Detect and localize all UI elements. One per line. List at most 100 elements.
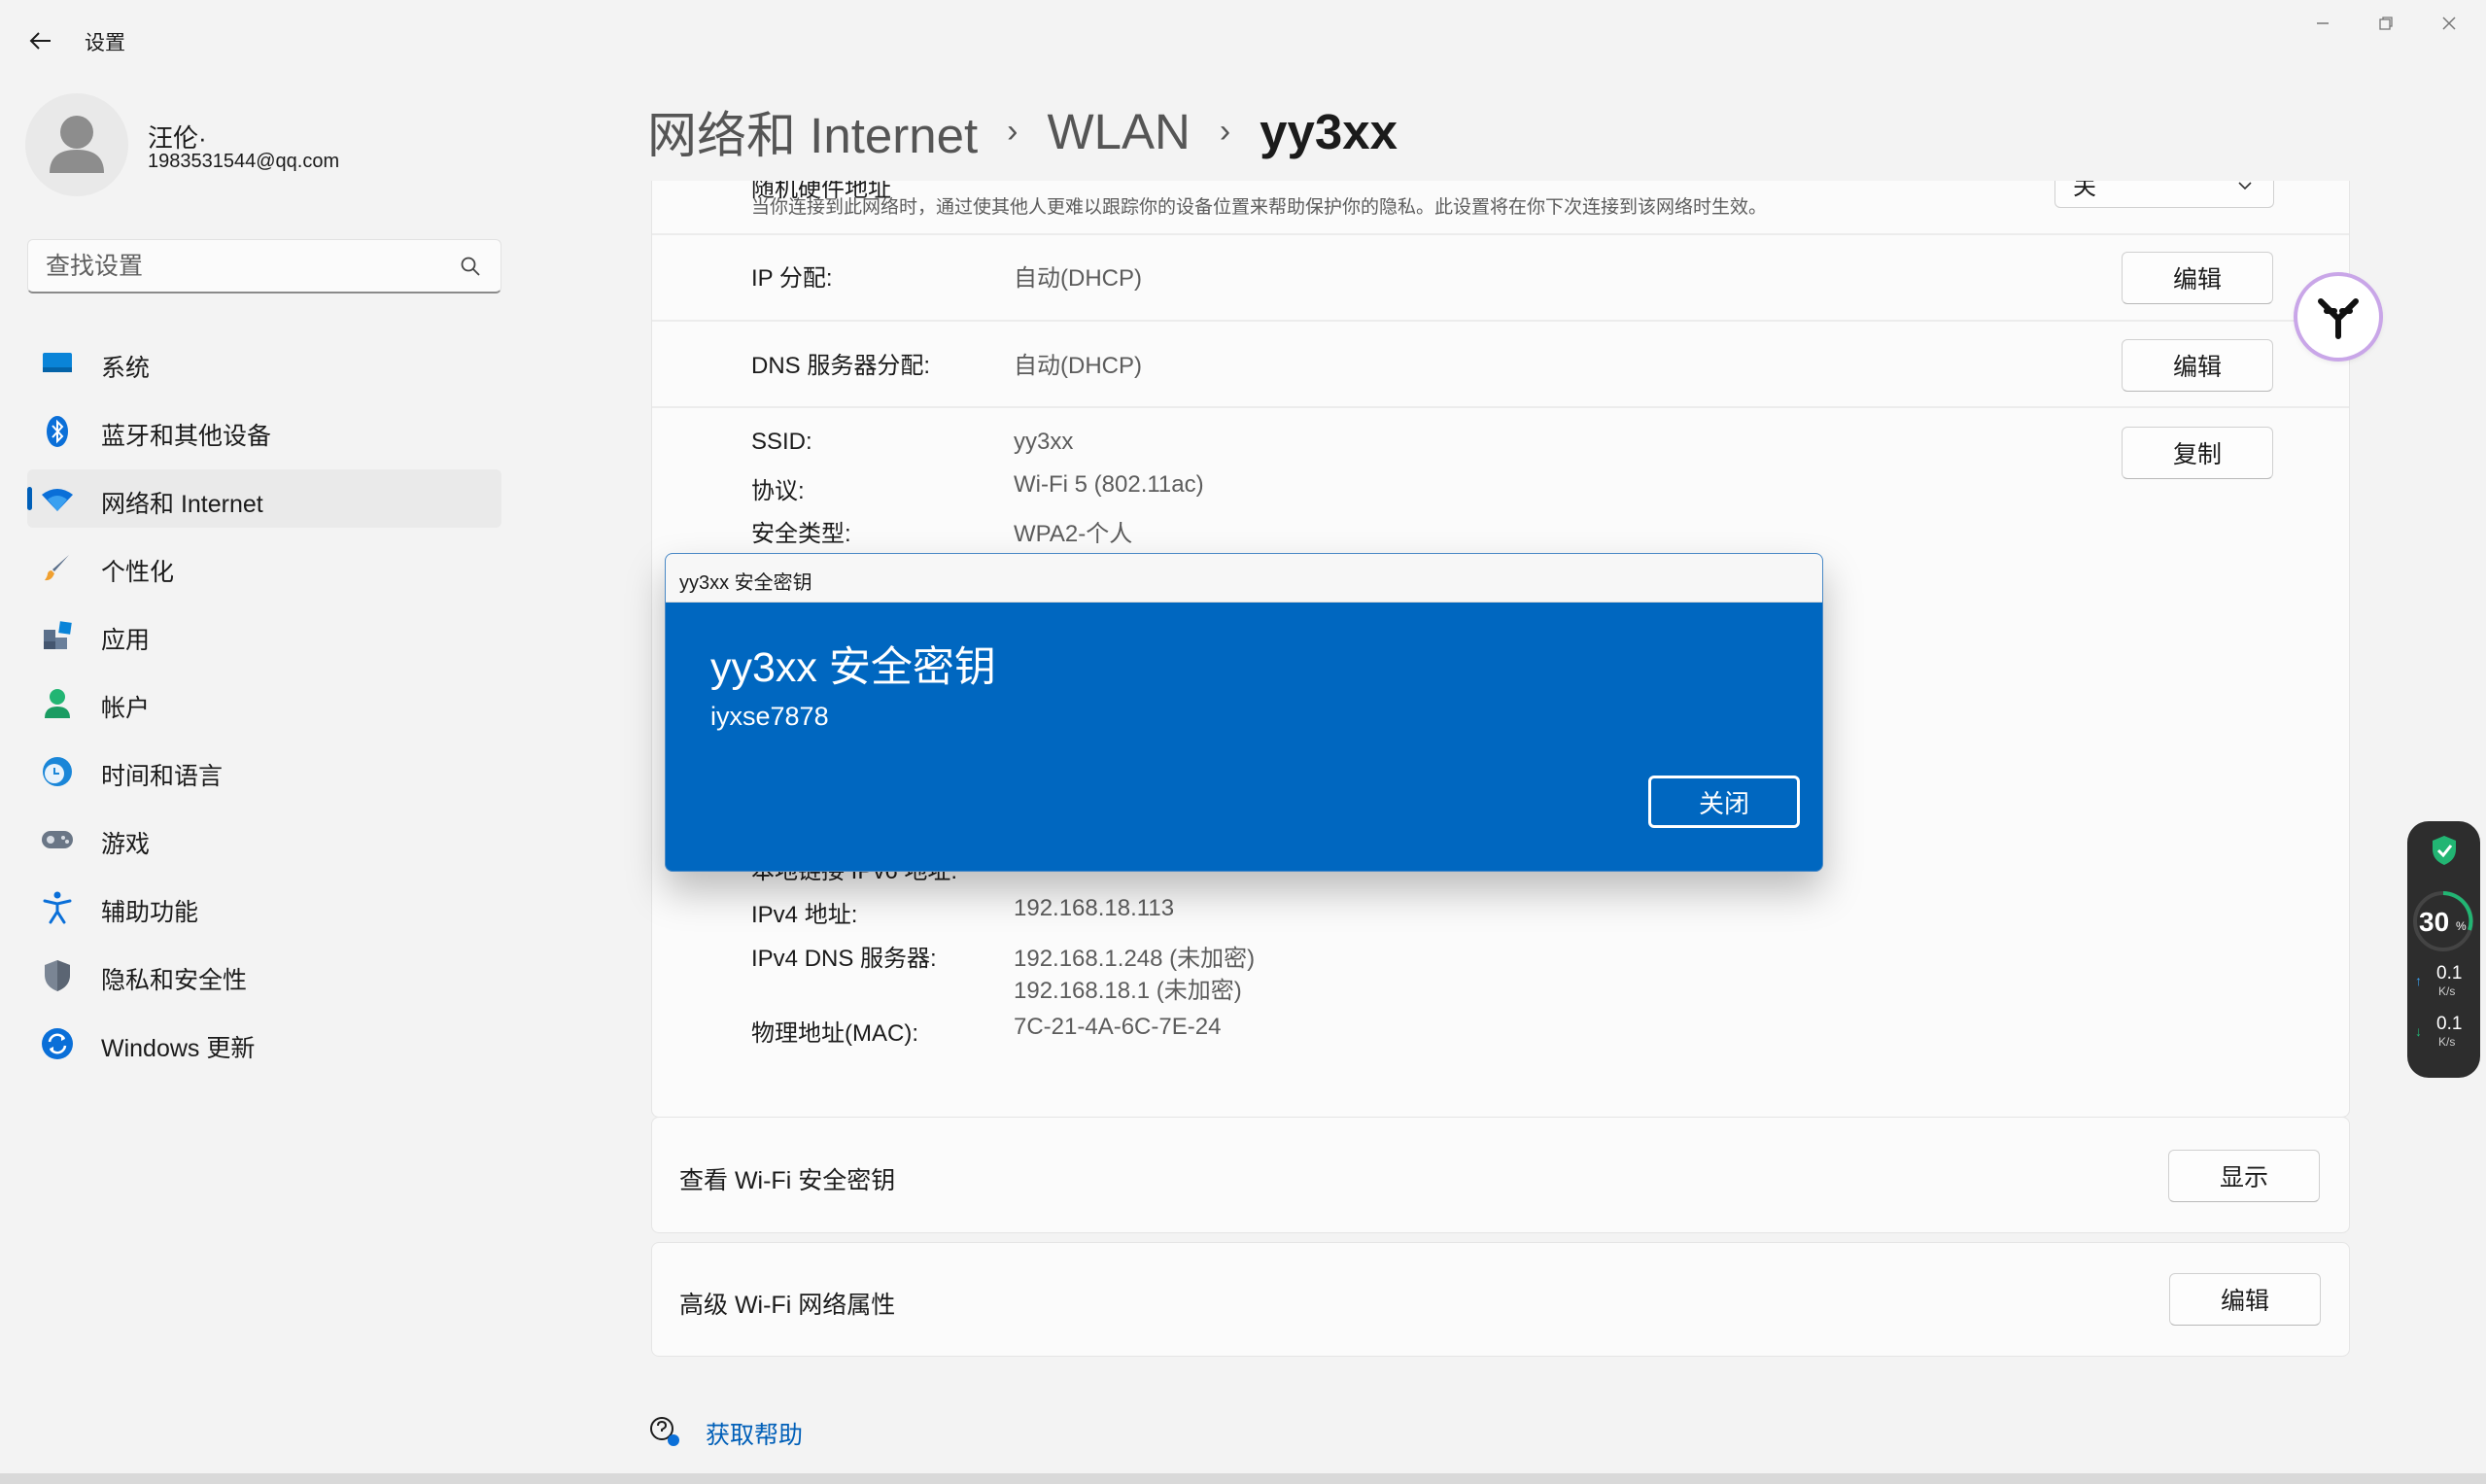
breadcrumb: 网络和 Internet › WLAN › yy3xx (647, 95, 1398, 167)
random-mac-select[interactable]: 关 (2054, 181, 2274, 208)
protocol-label: 协议: (751, 478, 805, 504)
chevron-down-icon (2238, 182, 2252, 190)
edit-dns-button[interactable]: 编辑 (2122, 339, 2273, 392)
close-window-button[interactable] (2420, 6, 2478, 41)
ip-assignment-label: IP 分配: (751, 265, 833, 292)
sidebar-item-windows-update[interactable]: Windows 更新 (27, 1014, 501, 1072)
advanced-wifi-label: 高级 Wi-Fi 网络属性 (679, 1292, 896, 1319)
back-button[interactable] (21, 21, 60, 60)
sidebar-item-label: Windows 更新 (101, 1035, 256, 1062)
divider (652, 233, 2349, 235)
sidebar-item-gaming[interactable]: 游戏 (27, 810, 501, 868)
security-type-label: 安全类型: (751, 521, 851, 547)
breadcrumb-wlan[interactable]: WLAN (1047, 103, 1190, 160)
monitor-icon (41, 347, 74, 380)
dns-assignment-label: DNS 服务器分配: (751, 353, 931, 379)
copy-button[interactable]: 复制 (2122, 427, 2273, 479)
upload-unit: K/s (2438, 984, 2456, 998)
sidebar-item-label: 游戏 (101, 831, 151, 858)
shield-check-icon (2433, 836, 2456, 865)
dialog-titlebar: yy3xx 安全密钥 (666, 554, 1822, 603)
security-key-dialog: yy3xx 安全密钥 yy3xx 安全密钥 iyxse7878 关闭 (665, 553, 1823, 872)
minimize-button[interactable] (2294, 6, 2352, 41)
user-email: 1983531544@qq.com (148, 151, 340, 172)
mac-label: 物理地址(MAC): (751, 1020, 918, 1047)
accessibility-icon (41, 891, 74, 924)
dialog-window-title: yy3xx 安全密钥 (679, 572, 812, 594)
brush-icon (41, 551, 74, 584)
download-arrow-icon: ↓ (2415, 1023, 2422, 1039)
ip-assignment-value: 自动(DHCP) (1014, 265, 1142, 292)
ipv4-label: IPv4 地址: (751, 902, 858, 928)
sidebar-item-privacy[interactable]: 隐私和安全性 (27, 946, 501, 1004)
sidebar-item-accounts[interactable]: 帐户 (27, 673, 501, 732)
search-box (27, 239, 501, 293)
floating-app-button[interactable] (2297, 276, 2379, 358)
taskbar-edge (0, 1473, 2486, 1484)
dialog-close-button[interactable]: 关闭 (1648, 776, 1800, 828)
advanced-wifi-card: 高级 Wi-Fi 网络属性 编辑 (651, 1242, 2350, 1357)
view-wifi-key-card: 查看 Wi-Fi 安全密钥 显示 (651, 1117, 2350, 1233)
upload-speed: 0.1 (2436, 963, 2463, 984)
divider (652, 320, 2349, 322)
gamepad-icon (41, 823, 74, 856)
ipv4-dns-label: IPv4 DNS 服务器: (751, 946, 937, 972)
restore-button[interactable] (2357, 6, 2415, 41)
breadcrumb-separator: › (1007, 112, 1019, 150)
sidebar-item-time-language[interactable]: 时间和语言 (27, 742, 501, 800)
search-icon[interactable] (460, 256, 481, 277)
search-input[interactable] (46, 252, 434, 281)
get-help-link[interactable]: 获取帮助 (706, 1416, 803, 1451)
sidebar-item-label: 蓝牙和其他设备 (101, 423, 272, 450)
user-avatar-icon (50, 116, 104, 173)
dialog-heading: yy3xx 安全密钥 (710, 644, 996, 691)
usage-percent: 30 (2419, 907, 2450, 937)
view-wifi-key-label: 查看 Wi-Fi 安全密钥 (679, 1167, 896, 1194)
sidebar-item-label: 隐私和安全性 (101, 967, 248, 994)
sidebar-item-bluetooth[interactable]: 蓝牙和其他设备 (27, 401, 501, 460)
help-icon (650, 1417, 679, 1446)
apps-icon (41, 619, 74, 652)
breadcrumb-separator: › (1219, 112, 1231, 150)
download-unit: K/s (2438, 1035, 2456, 1049)
restore-icon (2379, 17, 2393, 30)
bluetooth-icon (41, 415, 74, 448)
security-type-value: WPA2-个人 (1014, 521, 1133, 547)
close-icon (2442, 17, 2456, 30)
refresh-icon (41, 1027, 74, 1060)
upload-arrow-icon: ↑ (2415, 973, 2422, 988)
avatar[interactable] (25, 93, 128, 196)
protocol-value: Wi-Fi 5 (802.11ac) (1014, 471, 1204, 498)
person-icon (41, 687, 74, 720)
minimize-icon (2317, 22, 2329, 24)
sidebar-item-apps[interactable]: 应用 (27, 605, 501, 664)
sidebar-item-personalization[interactable]: 个性化 (27, 537, 501, 596)
random-mac-value: 关 (2073, 181, 2096, 200)
sidebar-item-system[interactable]: 系统 (27, 333, 501, 392)
network-speed-widget[interactable]: 30 % ↑ 0.1 K/s ↓ 0.1 K/s (2407, 821, 2480, 1078)
edit-ip-button[interactable]: 编辑 (2122, 252, 2273, 304)
active-indicator (27, 487, 32, 510)
security-key-value: iyxse7878 (710, 702, 829, 731)
sidebar-item-label: 系统 (101, 355, 151, 382)
sidebar-item-network[interactable]: 网络和 Internet (27, 469, 501, 528)
sidebar-item-label: 帐户 (101, 695, 151, 722)
ipv4-dns-value: 192.168.1.248 (未加密) (1014, 946, 1256, 972)
app-logo-icon (2318, 298, 2359, 339)
random-mac-description: 当你连接到此网络时，通过使其他人更难以跟踪你的设备位置来帮助保护你的隐私。此设置… (751, 197, 1768, 218)
ipv4-value: 192.168.18.113 (1014, 895, 1175, 921)
wifi-icon (41, 483, 74, 516)
edit-advanced-button[interactable]: 编辑 (2169, 1273, 2321, 1326)
back-arrow-icon (29, 32, 51, 50)
download-speed: 0.1 (2436, 1014, 2463, 1034)
mac-value: 7C-21-4A-6C-7E-24 (1014, 1014, 1222, 1040)
sidebar-item-label: 时间和语言 (101, 763, 224, 790)
sidebar-item-accessibility[interactable]: 辅助功能 (27, 878, 501, 936)
sidebar-item-label: 应用 (101, 627, 151, 654)
ssid-label: SSID: (751, 429, 812, 455)
sidebar-item-label: 网络和 Internet (101, 491, 263, 518)
show-key-button[interactable]: 显示 (2168, 1150, 2320, 1202)
usage-percent-unit: % (2456, 919, 2467, 933)
breadcrumb-network[interactable]: 网络和 Internet (647, 95, 978, 167)
divider (652, 406, 2349, 408)
